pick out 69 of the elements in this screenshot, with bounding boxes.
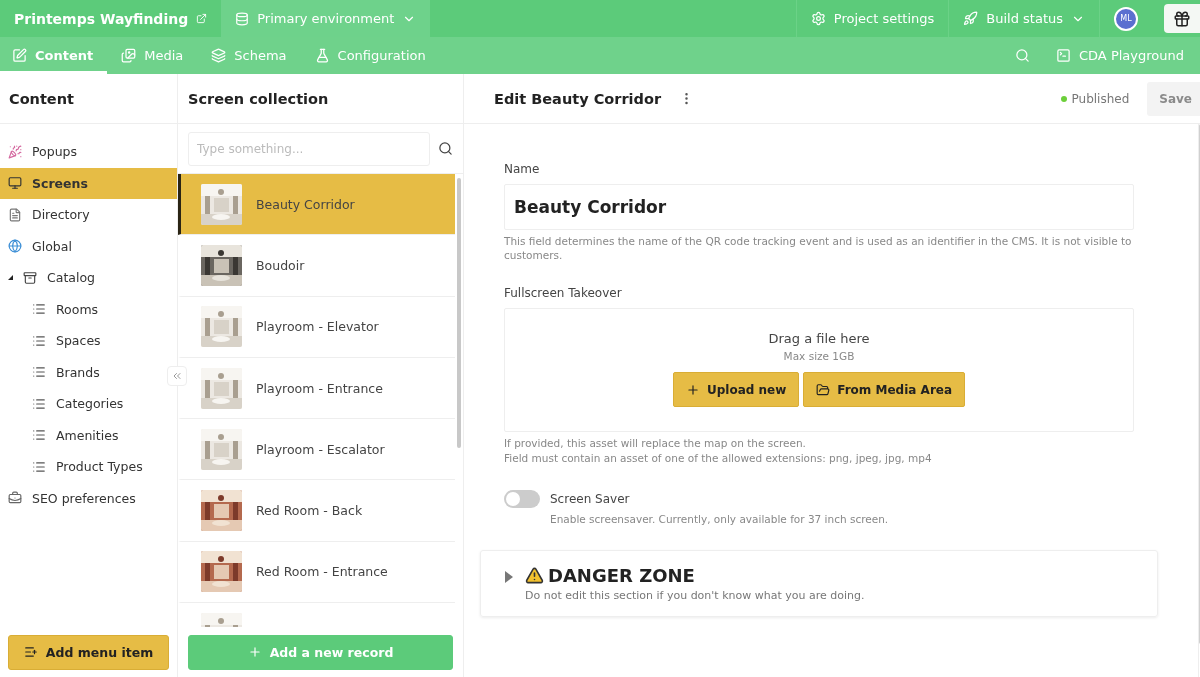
field-hint: This field determines the name of the QR code tracking event and is used as an identifier in the CMS. It is not visible to customers.: [504, 235, 1133, 263]
toolbox-icon: [8, 491, 22, 506]
search-icon: [1015, 48, 1030, 63]
max-size-text: Max size 1GB: [783, 350, 855, 363]
list-icon: [32, 428, 46, 443]
database-icon: [235, 11, 250, 26]
media-area-button[interactable]: From Media Area: [803, 372, 966, 408]
rocket-icon: [963, 11, 979, 26]
editor-title: Edit Beauty Corridor: [494, 90, 662, 107]
field-label: Name: [504, 162, 541, 176]
name-field[interactable]: Beauty Corridor: [504, 184, 1134, 230]
pencil-square-icon: [12, 48, 27, 63]
upload-button[interactable]: Upload new: [672, 372, 800, 408]
settings-icon: [810, 11, 826, 26]
globe-icon: [8, 239, 22, 254]
party-popper-icon: [8, 144, 22, 159]
caret-icon[interactable]: [8, 275, 13, 281]
search-icon[interactable]: [438, 141, 453, 156]
panel-title: Screen collection: [187, 90, 329, 107]
danger-text: Do not edit this section if you don't know what you are doing.: [525, 589, 865, 603]
field-hint: If provided, this asset will replace the map on the screen.: [504, 437, 807, 451]
sidebar-item[interactable]: SEO preferences: [0, 482, 165, 514]
gift-button[interactable]: [1164, 4, 1200, 33]
drop-text: Drag a file here: [768, 331, 870, 347]
field-label: Fullscreen Takeover: [504, 286, 623, 301]
list-icon: [32, 459, 46, 474]
chevrons-left-icon: [171, 370, 183, 382]
cabinet-icon: [23, 270, 37, 285]
toggle-switch[interactable]: [504, 489, 540, 508]
file-drop-zone[interactable]: Drag a file here Max size 1GB Upload new From Media Area: [504, 308, 1134, 433]
expand-triangle-icon[interactable]: [505, 571, 513, 584]
project-name: Printemps Wayfinding: [14, 10, 189, 27]
search-field[interactable]: Type something...: [188, 131, 430, 166]
sidebar-item[interactable]: Brands: [0, 356, 165, 388]
plus-icon: [247, 645, 262, 659]
warning-icon: [525, 566, 544, 586]
flask-icon: [314, 48, 330, 63]
list-icon: [32, 302, 46, 317]
document-icon: [8, 207, 22, 222]
sidebar-item[interactable]: Directory: [0, 199, 165, 231]
monitor-icon: [8, 176, 22, 191]
list-icon: [32, 365, 46, 380]
danger-title: DANGER ZONE: [548, 565, 695, 587]
sidebar-item[interactable]: Rooms: [0, 293, 165, 325]
list-icon: [32, 333, 46, 348]
list-icon: [32, 396, 46, 411]
terminal-icon: [1056, 48, 1071, 63]
sidebar-item[interactable]: Popups: [0, 136, 165, 168]
sidebar-item[interactable]: Spaces: [0, 325, 165, 357]
folder-icon: [816, 382, 831, 397]
layers-icon: [211, 48, 227, 63]
sidebar-item[interactable]: Screens: [0, 167, 177, 199]
list-icon: [23, 645, 38, 659]
panel-title: Content: [9, 90, 74, 107]
images-icon: [121, 48, 137, 63]
field-label: Screen Saver: [550, 491, 630, 506]
sidebar-item[interactable]: Catalog: [0, 262, 165, 294]
gift-icon: [1173, 9, 1191, 28]
user-avatar[interactable]: ML: [1114, 6, 1138, 31]
field-hint: Enable screensaver. Currently, only available for 37 inch screen.: [550, 512, 890, 527]
plus-icon: [685, 382, 700, 397]
sidebar-item[interactable]: Categories: [0, 388, 165, 420]
sidebar-item[interactable]: Amenities: [0, 419, 165, 451]
add-menu-item-button[interactable]: Add menu item: [8, 634, 169, 670]
sidebar-item[interactable]: Global: [0, 230, 165, 262]
sidebar-item[interactable]: Product Types: [0, 451, 165, 483]
status-label: Published: [1060, 91, 1130, 106]
record-row[interactable]: Beauty Corridor: [178, 174, 455, 236]
field-hint: Field must contain an asset of one of the allowed extensions: png, jpeg, jpg, mp4: [504, 451, 933, 466]
